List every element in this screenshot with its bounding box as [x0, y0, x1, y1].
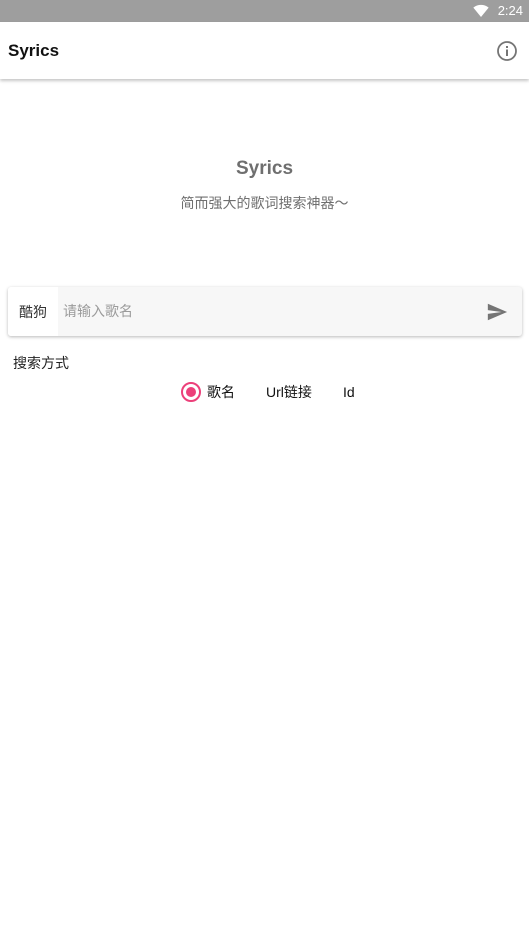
radio-id-label: Id — [343, 384, 355, 400]
source-selector-button[interactable]: 酷狗 — [8, 287, 58, 336]
radio-song-name-label: 歌名 — [207, 385, 235, 401]
status-time: 2:24 — [497, 3, 523, 18]
radio-id[interactable]: Id — [343, 380, 355, 404]
radio-song-name[interactable]: 歌名 — [181, 380, 235, 404]
app-bar: Syrics — [0, 22, 529, 79]
search-mode-label: 搜索方式 — [13, 356, 69, 372]
search-card: 酷狗 — [8, 287, 522, 336]
hero-title: Syrics — [235, 158, 294, 179]
radio-url-link[interactable]: Url链接 — [266, 380, 312, 404]
send-icon[interactable] — [486, 301, 508, 323]
radio-url-link-label: Url链接 — [266, 384, 312, 400]
app-title: Syrics — [8, 41, 60, 60]
hero-subtitle: 简而强大的歌词搜索神器～ — [180, 196, 349, 212]
radio-selected-icon — [181, 382, 201, 402]
status-bar: 2:24 — [0, 0, 529, 22]
search-mode-radio-group: 歌名 Url链接 Id — [0, 380, 529, 404]
search-input[interactable] — [58, 287, 468, 336]
info-icon[interactable] — [495, 39, 519, 63]
wifi-icon — [473, 4, 489, 17]
